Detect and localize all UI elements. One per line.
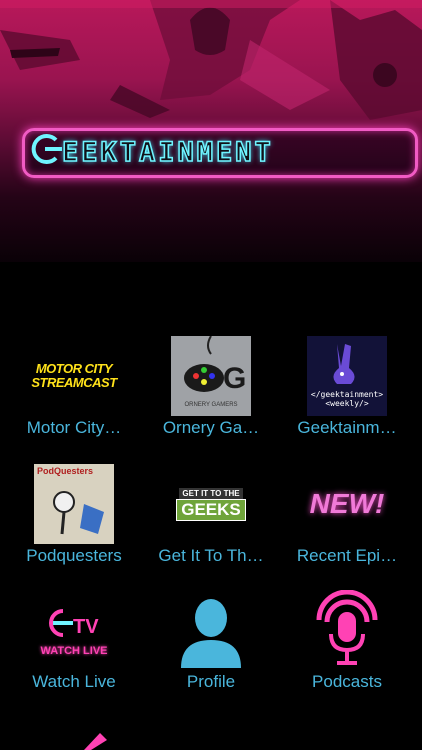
geeks-thumb-line2: GEEKS <box>176 498 246 521</box>
motor-city-thumb-line2: STREAMCAST <box>31 375 117 390</box>
tile-geektainment-weekly[interactable]: </geektainment> <weekly/> Geektainm… <box>277 326 417 451</box>
tile-label: Profile <box>186 672 236 691</box>
tile-podquesters[interactable]: PodQuesters Podquesters <box>4 454 144 579</box>
tile-label: Geektainm… <box>297 418 397 437</box>
rabbit-icon <box>333 344 355 384</box>
tile-label: Get It To Th… <box>158 546 264 565</box>
robot-icon <box>53 491 104 535</box>
tile-label: Watch Live <box>32 672 116 691</box>
tile-ornery-gamers[interactable]: G ORNERY GAMERS Ornery Ga… <box>141 326 281 451</box>
tile-watch-live[interactable]: TV WATCH LIVE Watch Live <box>4 580 144 705</box>
tile-label: Podquesters <box>26 546 122 565</box>
get-it-to-the-geeks-thumbnail: GET IT TO THE GEEKS <box>171 464 251 544</box>
person-icon <box>181 599 241 668</box>
microphone-icon <box>316 590 378 665</box>
tile-label: Recent Epi… <box>296 546 398 565</box>
tile-recent-episodes[interactable]: NEW! Recent Epi… <box>277 454 417 579</box>
tile-label: Motor City… <box>26 418 122 437</box>
logo-text: EEKTAINMENT <box>61 136 274 169</box>
podquesters-thumb-text: PodQuesters <box>37 466 94 476</box>
tile-label: Podcasts <box>312 672 382 691</box>
geektainment-thumb-line2: <weekly/> <box>325 399 369 408</box>
pencil-icon[interactable] <box>60 725 120 750</box>
tile-motor-city[interactable]: MOTOR CITY STREAMCAST Motor City… <box>4 326 144 451</box>
ornery-gamers-thumbnail: G ORNERY GAMERS <box>171 335 251 416</box>
tile-get-it-to-the-geeks[interactable]: GET IT TO THE GEEKS Get It To Th… <box>141 454 281 579</box>
tv-logo-icon: TV <box>49 609 99 638</box>
tile-profile[interactable]: Profile <box>141 580 281 705</box>
geektainment-tv-logo: TV WATCH LIVE <box>34 590 114 670</box>
svg-text:TV: TV <box>73 616 99 638</box>
geeks-thumb-line1: GET IT TO THE <box>179 487 243 499</box>
motor-city-thumbnail: MOTOR CITY STREAMCAST <box>31 336 117 416</box>
logo-g-icon <box>31 134 62 164</box>
geektainment-weekly-thumbnail: </geektainment> <weekly/> <box>307 336 387 416</box>
motor-city-thumb-line1: MOTOR CITY <box>35 361 113 376</box>
ornery-thumb-text: ORNERY GAMERS <box>184 402 238 408</box>
podquesters-thumbnail: PodQuesters <box>34 464 114 544</box>
svg-text:G: G <box>223 362 246 395</box>
tile-podcasts[interactable]: Podcasts <box>277 580 417 705</box>
new-badge: NEW! <box>309 488 385 519</box>
watch-live-thumb-text: WATCH LIVE <box>40 645 108 657</box>
geektainment-thumb-line1: </geektainment> <box>310 390 384 399</box>
tile-label: Ornery Ga… <box>162 418 260 437</box>
